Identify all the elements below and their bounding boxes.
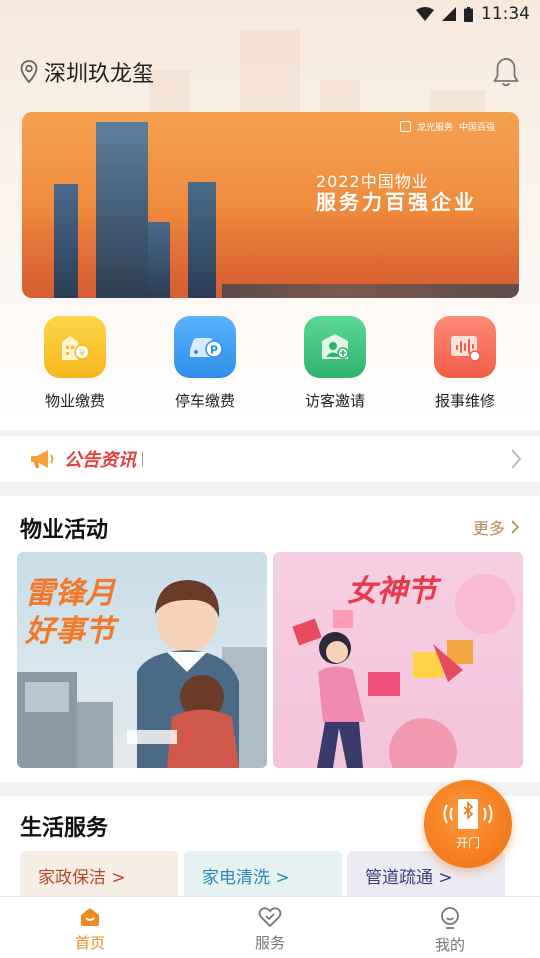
quick-action-visitor-invite[interactable]: 访客邀请: [275, 310, 395, 422]
repair-report-icon: [434, 316, 496, 378]
parking-fee-icon: P: [174, 316, 236, 378]
banner-brand-name: 龙光服务: [416, 123, 453, 133]
decor-tower: [188, 182, 216, 298]
brand-logo-icon: [399, 121, 411, 132]
bottom-tab-bar: 首页 服务 我的: [0, 896, 540, 958]
wifi-icon: [416, 7, 434, 21]
banner-brand-tag: 中国百强: [458, 123, 495, 133]
service-card-appliance-cleaning[interactable]: 家电清洗 >: [184, 851, 342, 901]
quick-action-label: 报事维修: [434, 392, 495, 410]
signal-icon: [442, 7, 456, 21]
activity-card-title: 女神节: [347, 574, 437, 609]
notice-divider: [142, 452, 143, 466]
open-door-button[interactable]: 开门: [424, 780, 512, 868]
promo-banner[interactable]: 龙光服务 中国百强 2022中国物业 服务力百强企业: [22, 112, 519, 298]
quick-action-parking-fee[interactable]: P 停车缴费: [145, 310, 265, 422]
notification-button[interactable]: [492, 56, 520, 92]
activities-more-link[interactable]: 更多: [473, 515, 520, 539]
location-pin-icon: [20, 60, 38, 84]
home-icon: [81, 908, 99, 926]
tab-mine[interactable]: 我的: [360, 897, 540, 958]
notice-bar[interactable]: 公告资讯: [0, 436, 540, 482]
service-card-housekeeping[interactable]: 家政保洁 >: [20, 851, 178, 901]
bell-icon: [493, 58, 519, 87]
visitor-invite-icon: [304, 316, 366, 378]
more-label: 更多: [472, 519, 505, 538]
tab-home[interactable]: 首页: [0, 897, 180, 958]
heart-icon: [258, 907, 282, 928]
activities-section: 物业活动 更多 雷锋月 好事节 女神节: [0, 496, 540, 782]
decor-tower: [96, 122, 148, 298]
tab-services[interactable]: 服务: [180, 897, 360, 958]
chevron-right-icon: [511, 449, 522, 469]
banner-title-line2: 服务力百强企业: [316, 190, 477, 214]
life-services-title: 生活服务: [20, 816, 109, 841]
tab-label: 首页: [74, 934, 105, 952]
service-card-label: 家政保洁 >: [38, 868, 126, 888]
decor-tower: [54, 184, 78, 298]
quick-actions: ¥ 物业缴费 P 停车缴费 访客邀请 报事维修: [0, 310, 540, 422]
tab-label: 服务: [254, 934, 285, 952]
chevron-right-icon: [511, 520, 520, 534]
quick-action-label: 访客邀请: [304, 392, 365, 410]
location-selector[interactable]: 深圳玖龙玺: [20, 56, 154, 88]
property-fee-icon: ¥: [44, 316, 106, 378]
megaphone-icon: [31, 450, 54, 468]
activities-title: 物业活动: [20, 518, 109, 543]
notice-label: 公告资讯: [64, 450, 136, 471]
service-card-label: 家电清洗 >: [202, 868, 290, 888]
quick-action-repair-report[interactable]: 报事维修: [405, 310, 525, 422]
user-icon: [441, 907, 459, 929]
decor-city: [222, 284, 519, 298]
tab-label: 我的: [434, 936, 465, 954]
svg-text:P: P: [210, 344, 218, 357]
banner-brand: 龙光服务 中国百强: [399, 120, 495, 133]
open-door-label: 开门: [455, 836, 480, 850]
status-time: 11:34: [481, 4, 530, 24]
bluetooth-door-icon: [443, 799, 493, 829]
quick-action-label: 停车缴费: [174, 392, 235, 410]
service-card-label: 管道疏通 >: [365, 868, 453, 888]
activity-card-goddess[interactable]: 女神节: [273, 552, 523, 768]
decor-tower: [148, 222, 170, 298]
svg-text:¥: ¥: [79, 349, 85, 359]
quick-action-property-fee[interactable]: ¥ 物业缴费: [15, 310, 135, 422]
activity-card-leifeng[interactable]: 雷锋月 好事节: [17, 552, 267, 768]
battery-icon: [464, 6, 473, 22]
activity-card-title-line2: 好事节: [25, 614, 115, 649]
status-bar: 11:34: [0, 0, 540, 28]
quick-action-label: 物业缴费: [44, 392, 105, 410]
location-name: 深圳玖龙玺: [44, 62, 155, 87]
